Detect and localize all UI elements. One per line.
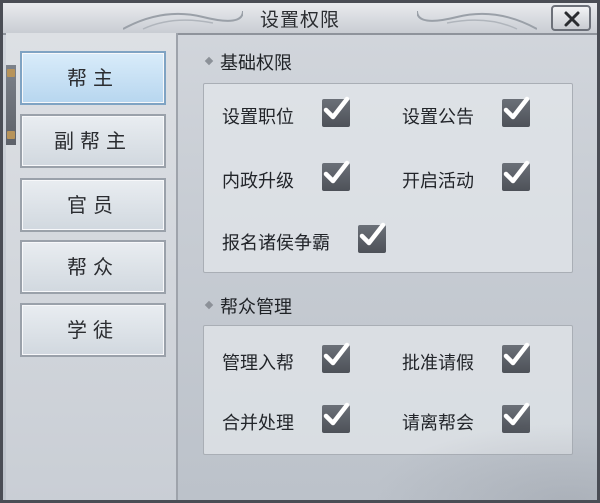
rank-tab-officer[interactable]: 官员 (20, 178, 166, 232)
rank-sidebar: 帮主 副帮主 官员 帮众 学徒 (6, 33, 178, 500)
checkmark-icon (503, 342, 530, 366)
permission-window: 设置权限 帮主 副帮主 官员 帮众 学徒 基础权限 设置职位 设置公告 内政升级… (0, 0, 600, 503)
section-heading-basic: 基础权限 (204, 49, 292, 75)
checkbox[interactable] (502, 342, 530, 373)
checkmark-icon (323, 342, 350, 366)
window-title: 设置权限 (259, 9, 340, 31)
permission-content: 基础权限 设置职位 设置公告 内政升级 开启活动 报名诸侯争霸 帮众管理 管理入… (178, 33, 597, 500)
close-icon (564, 11, 580, 27)
rail-decoration (6, 65, 16, 145)
checkmark-icon (323, 160, 350, 184)
permission-domestic-upgrade[interactable]: 内政升级 (222, 160, 382, 196)
rank-tab-leader[interactable]: 帮主 (20, 51, 166, 105)
permission-merge-handle[interactable]: 合并处理 (222, 402, 382, 438)
diamond-icon (204, 56, 214, 66)
rank-tab-vice-leader[interactable]: 副帮主 (20, 114, 166, 168)
permission-manage-join[interactable]: 管理入帮 (222, 342, 382, 378)
checkmark-icon (503, 96, 530, 120)
checkbox[interactable] (358, 222, 386, 253)
checkbox[interactable] (502, 402, 530, 433)
permission-expel-member[interactable]: 请离帮会 (402, 402, 562, 438)
diamond-icon (204, 300, 214, 310)
rail-knob (7, 131, 15, 139)
basic-permissions-panel: 设置职位 设置公告 内政升级 开启活动 报名诸侯争霸 (203, 83, 573, 273)
checkbox[interactable] (322, 96, 350, 127)
rank-tab-apprentice[interactable]: 学徒 (20, 303, 166, 357)
checkmark-icon (323, 402, 350, 426)
permission-set-position[interactable]: 设置职位 (222, 96, 382, 132)
checkmark-icon (359, 222, 386, 246)
title-bar: 设置权限 (3, 3, 597, 35)
permission-approve-leave[interactable]: 批准请假 (402, 342, 562, 378)
permission-set-notice[interactable]: 设置公告 (402, 96, 562, 132)
checkbox[interactable] (502, 96, 530, 127)
checkmark-icon (503, 402, 530, 426)
rank-tab-member[interactable]: 帮众 (20, 240, 166, 294)
permission-register-contest[interactable]: 报名诸侯争霸 (222, 222, 422, 258)
member-management-panel: 管理入帮 批准请假 合并处理 请离帮会 (203, 325, 573, 455)
checkbox[interactable] (322, 342, 350, 373)
close-button[interactable] (551, 5, 591, 31)
checkbox[interactable] (502, 160, 530, 191)
permission-start-event[interactable]: 开启活动 (402, 160, 562, 196)
checkbox[interactable] (322, 160, 350, 191)
rail-knob (7, 69, 15, 77)
checkmark-icon (323, 96, 350, 120)
checkbox[interactable] (322, 402, 350, 433)
section-heading-members: 帮众管理 (204, 293, 292, 319)
checkmark-icon (503, 160, 530, 184)
